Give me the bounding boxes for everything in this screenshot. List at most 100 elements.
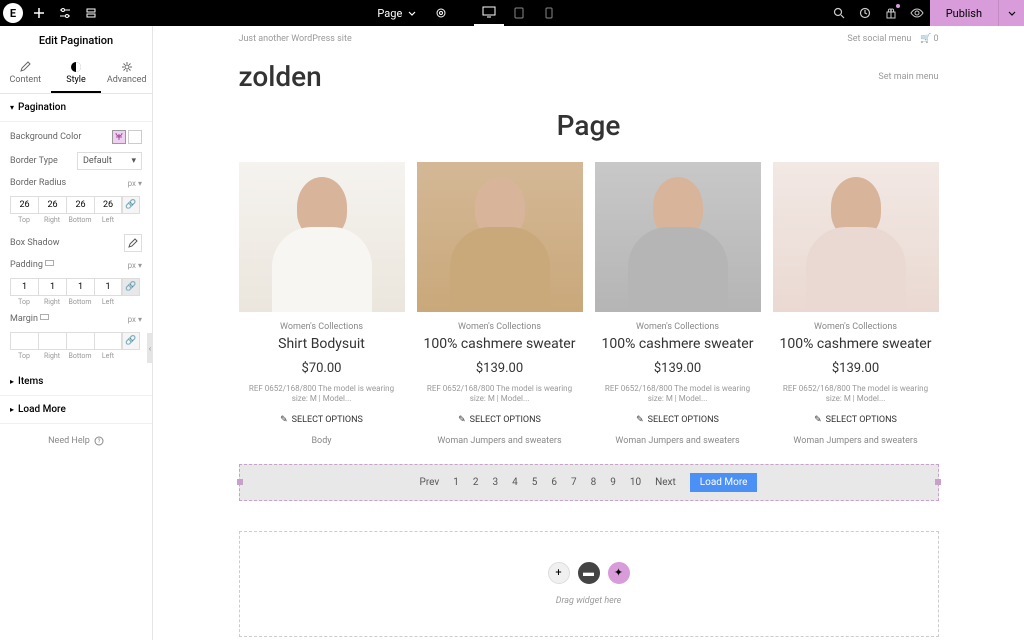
radius-top-input[interactable] <box>10 196 38 214</box>
need-help-link[interactable]: Need Help ? <box>0 424 152 458</box>
preview-icon[interactable] <box>904 0 930 26</box>
product-tag: Woman Jumpers and sweaters <box>773 436 939 446</box>
radius-right-input[interactable] <box>38 196 66 214</box>
pagination-widget[interactable]: Prev 1 2 3 4 5 6 7 8 9 10 Next Load More <box>239 464 939 501</box>
border-type-label: Border Type <box>10 156 58 166</box>
page-dropdown[interactable]: Page <box>365 0 428 26</box>
page-link[interactable]: 2 <box>473 477 479 488</box>
chevron-down-icon: ▾ <box>10 103 14 112</box>
product-price: $139.00 <box>417 361 583 376</box>
margin-right-input[interactable] <box>38 332 66 350</box>
preview-canvas: Just another WordPress site Set social m… <box>153 26 1024 640</box>
widget-drop-zone[interactable]: + ▬ ✦ Drag widget here <box>239 531 939 637</box>
product-description: REF 0652/168/800 The model is wearing si… <box>417 384 583 405</box>
mobile-device-icon[interactable] <box>534 0 564 26</box>
page-link[interactable]: 1 <box>453 477 459 488</box>
color-global-swatch[interactable] <box>112 130 126 144</box>
border-radius-label: Border Radius <box>10 178 66 188</box>
unit-selector[interactable]: px ▾ <box>128 179 142 188</box>
page-link[interactable]: 3 <box>492 477 498 488</box>
select-options-button[interactable]: ✎ SELECT OPTIONS <box>814 415 897 425</box>
ai-icon[interactable]: ✦ <box>608 562 630 584</box>
settings-sliders-icon[interactable] <box>52 0 78 26</box>
page-link[interactable]: 8 <box>591 477 597 488</box>
product-image <box>595 162 761 312</box>
margin-bottom-input[interactable] <box>66 332 94 350</box>
search-icon[interactable] <box>826 0 852 26</box>
border-type-select[interactable]: Default ▾ <box>77 152 142 170</box>
next-link[interactable]: Next <box>655 477 676 488</box>
color-picker-swatch[interactable] <box>128 130 142 144</box>
radius-left-input[interactable] <box>94 196 122 214</box>
unit-selector[interactable]: px ▾ <box>128 261 142 270</box>
unit-selector[interactable]: px ▾ <box>128 315 142 324</box>
margin-inputs: 🔗 <box>10 332 142 350</box>
product-category: Women's Collections <box>417 322 583 332</box>
site-brand[interactable]: zolden <box>239 60 322 93</box>
product-card[interactable]: Women's Collections 100% cashmere sweate… <box>773 162 939 446</box>
padding-label: Padding <box>10 260 54 270</box>
topbar-left: E <box>0 0 104 26</box>
elementor-logo-icon[interactable]: E <box>3 3 23 23</box>
padding-top-input[interactable] <box>10 278 38 296</box>
border-radius-inputs: 🔗 <box>10 196 142 214</box>
gear-icon <box>121 61 133 73</box>
page-settings-icon[interactable] <box>428 0 454 26</box>
product-card[interactable]: Women's Collections 100% cashmere sweate… <box>595 162 761 446</box>
select-options-button[interactable]: ✎ SELECT OPTIONS <box>280 415 363 425</box>
publish-button[interactable]: Publish <box>930 0 998 26</box>
product-card[interactable]: Women's Collections Shirt Bodysuit $70.0… <box>239 162 405 446</box>
section-items-header[interactable]: ▸ Items <box>0 368 152 396</box>
page-link[interactable]: 5 <box>532 477 538 488</box>
add-widget-icon[interactable]: + <box>548 562 570 584</box>
cart-icon[interactable]: 🛒0 <box>920 34 938 44</box>
product-title: 100% cashmere sweater <box>773 336 939 353</box>
gift-icon[interactable] <box>878 0 904 26</box>
section-pagination-header[interactable]: ▾ Pagination <box>0 94 152 122</box>
page-link[interactable]: 9 <box>610 477 616 488</box>
link-values-icon[interactable]: 🔗 <box>122 196 140 214</box>
drop-zone-label: Drag widget here <box>270 596 908 606</box>
chevron-down-icon: ▾ <box>131 156 136 166</box>
page-link[interactable]: 6 <box>551 477 557 488</box>
radius-bottom-input[interactable] <box>66 196 94 214</box>
padding-right-input[interactable] <box>38 278 66 296</box>
prev-link[interactable]: Prev <box>420 477 440 488</box>
padding-left-input[interactable] <box>94 278 122 296</box>
page-link[interactable]: 4 <box>512 477 518 488</box>
box-shadow-edit-icon[interactable] <box>124 234 142 252</box>
tab-style[interactable]: Style <box>51 55 102 93</box>
help-icon: ? <box>94 436 104 446</box>
set-social-menu[interactable]: Set social menu <box>847 34 911 44</box>
link-values-icon[interactable]: 🔗 <box>122 278 140 296</box>
product-price: $139.00 <box>773 361 939 376</box>
tab-advanced[interactable]: Advanced <box>101 55 152 93</box>
section-loadmore-header[interactable]: ▸ Load More <box>0 396 152 424</box>
tablet-device-icon[interactable] <box>504 0 534 26</box>
link-values-icon[interactable]: 🔗 <box>122 332 140 350</box>
set-main-menu[interactable]: Set main menu <box>878 72 938 82</box>
margin-left-input[interactable] <box>94 332 122 350</box>
template-library-icon[interactable]: ▬ <box>578 562 600 584</box>
select-options-button[interactable]: ✎ SELECT OPTIONS <box>458 415 541 425</box>
page-link[interactable]: 10 <box>630 477 641 488</box>
select-options-button[interactable]: ✎ SELECT OPTIONS <box>636 415 719 425</box>
publish-options-icon[interactable] <box>998 0 1024 26</box>
padding-bottom-input[interactable] <box>66 278 94 296</box>
product-tag: Body <box>239 436 405 446</box>
structure-icon[interactable] <box>78 0 104 26</box>
product-category: Women's Collections <box>239 322 405 332</box>
product-card[interactable]: Women's Collections 100% cashmere sweate… <box>417 162 583 446</box>
add-element-icon[interactable] <box>26 0 52 26</box>
page-dropdown-label: Page <box>377 7 402 20</box>
history-icon[interactable] <box>852 0 878 26</box>
margin-label: Margin <box>10 314 49 324</box>
margin-top-input[interactable] <box>10 332 38 350</box>
desktop-device-icon[interactable] <box>474 0 504 26</box>
page-link[interactable]: 7 <box>571 477 577 488</box>
top-toolbar: E Page Publish <box>0 0 1024 26</box>
load-more-button[interactable]: Load More <box>690 473 758 492</box>
product-category: Women's Collections <box>773 322 939 332</box>
tab-content[interactable]: Content <box>0 55 51 93</box>
sidebar-collapse-handle[interactable]: ‹ <box>147 333 153 363</box>
